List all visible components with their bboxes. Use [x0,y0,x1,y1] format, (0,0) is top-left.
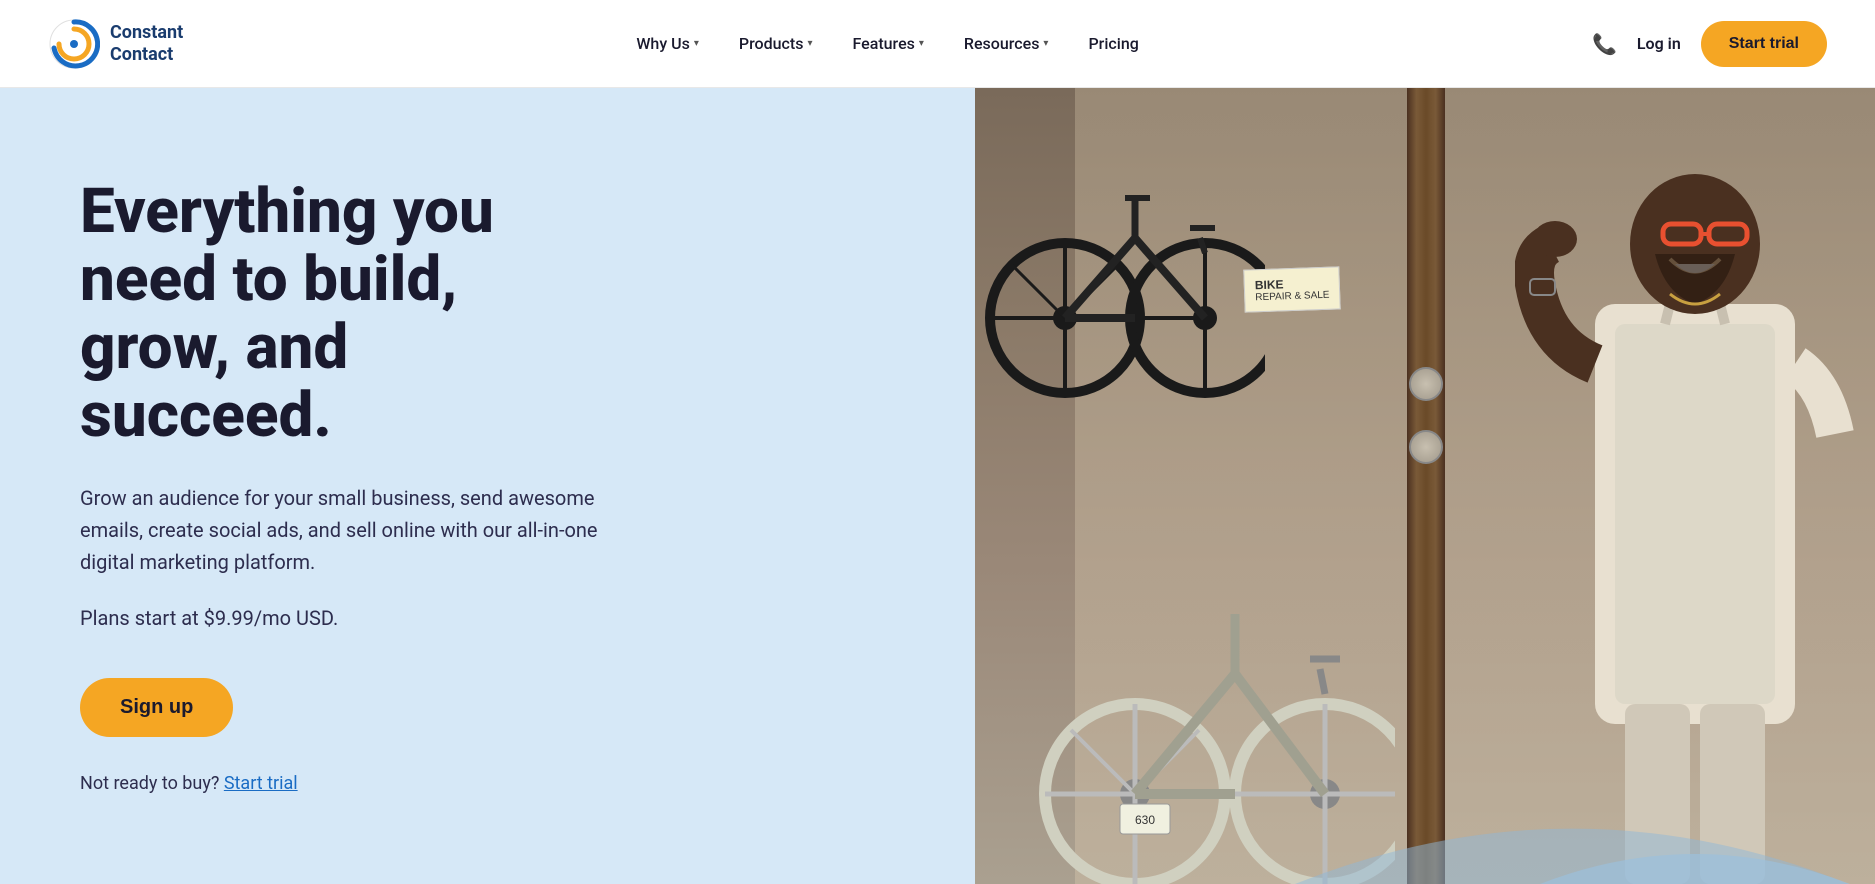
logo-text: Constant Contact [110,22,183,65]
start-trial-link[interactable]: Start trial [224,773,298,794]
hero-photo: BIKE REPAIR & SALE [750,88,1875,884]
logo-icon [48,18,100,70]
header: Constant Contact Why Us ▾ Products ▾ Fea… [0,0,1875,88]
wall-note: BIKE REPAIR & SALE [1243,266,1341,312]
login-link[interactable]: Log in [1637,34,1681,53]
pillar-medallion [1409,367,1443,401]
chevron-down-icon: ▾ [919,38,924,49]
chevron-down-icon: ▾ [1043,38,1048,49]
nav-item-pricing[interactable]: Pricing [1072,26,1154,61]
header-right: 📞 Log in Start trial [1592,21,1827,67]
start-trial-button[interactable]: Start trial [1701,21,1827,67]
hero-content: Everything you need to build, grow, and … [0,98,680,875]
chevron-down-icon: ▾ [694,38,699,49]
blue-curve [1295,704,1875,884]
logo[interactable]: Constant Contact [48,18,183,70]
signup-button[interactable]: Sign up [80,678,233,737]
hero-image-area: BIKE REPAIR & SALE [750,88,1875,884]
hero-section: Everything you need to build, grow, and … [0,88,1875,884]
nav-item-features[interactable]: Features ▾ [836,26,939,61]
main-nav: Why Us ▾ Products ▾ Features ▾ Resources… [620,26,1154,61]
nav-item-resources[interactable]: Resources ▾ [948,26,1065,61]
pillar-medallion-2 [1409,430,1443,464]
nav-item-why-us[interactable]: Why Us ▾ [620,26,715,61]
hero-price: Plans start at $9.99/mo USD. [80,606,600,630]
hero-heading: Everything you need to build, grow, and … [80,178,600,451]
not-ready-text: Not ready to buy? Start trial [80,773,600,794]
bike-1-svg [985,118,1265,418]
chevron-down-icon: ▾ [807,38,812,49]
phone-icon[interactable]: 📞 [1592,32,1617,56]
nav-item-products[interactable]: Products ▾ [723,26,829,61]
hero-subtext: Grow an audience for your small business… [80,482,600,578]
svg-text:630: 630 [1135,813,1155,827]
